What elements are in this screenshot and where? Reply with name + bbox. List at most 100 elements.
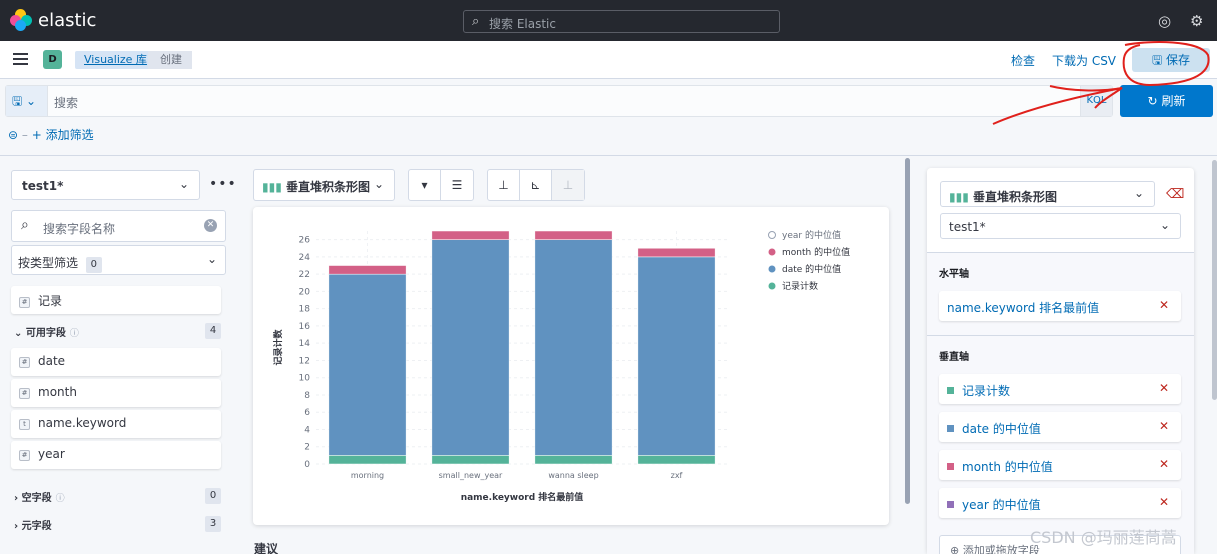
add-filter-link[interactable]: + 添加筛选 [32, 128, 94, 142]
logo-text: elastic [38, 9, 97, 31]
available-fields-count: 4 [205, 323, 221, 339]
x-tick-label: zxf [671, 471, 683, 480]
meta-fields-toggle[interactable]: › 元字段 [14, 517, 52, 532]
newsfeed-icon[interactable]: ⚙ [1190, 12, 1203, 30]
index-options-icon[interactable]: ••• [209, 176, 237, 192]
series-color-swatch [947, 387, 954, 394]
left-axis-icon[interactable]: ⊥ [488, 170, 520, 200]
index-pattern-select[interactable]: test1* ⌄ [11, 170, 200, 200]
download-csv-link[interactable]: 下载为 CSV [1052, 52, 1116, 69]
chart-container: 0 2 4 6 8 10 12 14 16 18 20 22 24 26 morning small_new_… [253, 207, 889, 525]
field-sidebar: test1* ⌄ ••• ⌕ 搜索字段名称 ✕ 按类型筛选 0 ⌄ # 记录 ⌄ … [0, 156, 238, 554]
save-button[interactable]: 🖫 保存 [1132, 48, 1210, 72]
remove-icon[interactable]: ✕ [1159, 495, 1169, 509]
legend-label: year 的中位值 [782, 229, 841, 241]
type-filter-label: 按类型筛选 [18, 256, 79, 270]
clear-icon[interactable]: ✕ [204, 219, 217, 232]
bar-segment [534, 455, 613, 465]
inspect-link[interactable]: 检查 [1011, 52, 1035, 69]
empty-fields-count: 0 [205, 488, 221, 504]
legend-label: date 的中位值 [782, 263, 841, 275]
y-tick-label: 2 [304, 443, 310, 453]
right-axis-icon: ⊥ [552, 170, 584, 200]
horizontal-axis-field-label: name.keyword 排名最前值 [947, 301, 1100, 315]
add-field-label: 添加或拖放字段 [962, 544, 1040, 554]
workspace-scrollbar[interactable] [905, 158, 910, 504]
save-button-label: 保存 [1166, 53, 1191, 67]
y-tick-label: 24 [299, 253, 311, 263]
remove-icon[interactable]: ✕ [1159, 298, 1169, 312]
visualization-type-label: 垂直堆积条形图 [286, 180, 371, 194]
legend-icon[interactable]: ☰ [441, 170, 473, 200]
plus-icon: ⊕ [950, 544, 960, 554]
menu-icon[interactable] [13, 53, 28, 65]
refresh-button[interactable]: ↻ 刷新 [1120, 85, 1213, 117]
vertical-axis-field[interactable]: 记录计数 ✕ [939, 374, 1181, 404]
display-options-group: ▾ ☰ [408, 169, 474, 201]
field-item-label: year [38, 447, 65, 461]
y-tick-label: 6 [304, 408, 310, 418]
breadcrumb-bar: D Visualize 库 创建 检查 下载为 CSV 🖫 保存 [0, 41, 1217, 79]
saved-query-menu-button[interactable]: 🖫 ⌄ [6, 86, 48, 116]
info-icon[interactable]: ⓘ [70, 329, 79, 339]
field-search-placeholder: 搜索字段名称 [43, 222, 116, 236]
meta-fields-title: 元字段 [21, 521, 52, 532]
global-search-input[interactable]: ⌕ 搜索 Elastic [463, 10, 780, 33]
global-search-placeholder: 搜索 Elastic [489, 17, 556, 31]
field-search-input[interactable]: ⌕ 搜索字段名称 ✕ [11, 210, 226, 242]
help-icon[interactable]: ◎ [1158, 12, 1171, 30]
bar-chart: 02468101214161820222426morning small_new_… [272, 229, 850, 503]
field-item[interactable]: # month [11, 379, 221, 407]
field-type-icon: t [19, 419, 30, 430]
vertical-axis-field[interactable]: month 的中位值 ✕ [939, 450, 1181, 480]
query-language-toggle[interactable]: KQL [1080, 86, 1112, 116]
config-vis-type-select[interactable]: ▮▮▮ 垂直堆积条形图 ⌄ [940, 181, 1155, 207]
space-avatar[interactable]: D [43, 50, 62, 69]
y-tick-label: 18 [299, 305, 311, 315]
brush-icon[interactable]: ▾ [409, 170, 441, 200]
bar-segment [328, 273, 407, 456]
vertical-axis-field-label: year 的中位值 [962, 498, 1041, 512]
vertical-axis-field-label: month 的中位值 [962, 460, 1053, 474]
top-header: elastic ⌕ 搜索 Elastic ◎ ⚙ [0, 0, 1217, 41]
bar-chart-icon: ▮▮▮ [262, 180, 282, 194]
available-fields-toggle[interactable]: ⌄ 可用字段 ⓘ [14, 324, 79, 339]
bar-segment [431, 230, 510, 240]
breadcrumb-visualize-library[interactable]: Visualize 库 [75, 51, 155, 69]
empty-fields-toggle[interactable]: › 空字段 ⓘ [14, 489, 65, 504]
bottom-axis-icon[interactable]: ⊾ [520, 170, 552, 200]
type-filter-select[interactable]: 按类型筛选 0 ⌄ [11, 245, 226, 275]
remove-icon[interactable]: ✕ [1159, 419, 1169, 433]
remove-icon[interactable]: ✕ [1159, 457, 1169, 471]
empty-fields-title: 空字段 [21, 493, 52, 504]
series-color-swatch [947, 425, 954, 432]
vertical-axis-field[interactable]: year 的中位值 ✕ [939, 488, 1181, 518]
y-tick-label: 4 [304, 425, 310, 435]
horizontal-axis-field[interactable]: name.keyword 排名最前值 ✕ [939, 291, 1181, 321]
bar-segment [637, 248, 716, 258]
layer-index-select[interactable]: test1* ⌄ [940, 213, 1181, 239]
visualization-type-select[interactable]: ▮▮▮ 垂直堆积条形图 ⌄ [253, 169, 395, 201]
axis-options-group: ⊥ ⊾ ⊥ [487, 169, 585, 201]
field-item[interactable]: # year [11, 441, 221, 469]
legend-hidden-icon [768, 231, 776, 239]
chevron-down-icon: ⌄ [1133, 186, 1144, 200]
elastic-logo[interactable]: elastic [10, 9, 96, 31]
remove-icon[interactable]: ✕ [1159, 381, 1169, 395]
legend-label: month 的中位值 [782, 246, 850, 258]
vertical-axis-field[interactable]: date 的中位值 ✕ [939, 412, 1181, 442]
series-color-swatch [947, 501, 954, 508]
panel-scrollbar[interactable] [1212, 160, 1217, 400]
field-item[interactable]: t name.keyword [11, 410, 221, 438]
x-tick-label: wanna sleep [548, 471, 598, 480]
query-input[interactable]: 搜索 [54, 94, 78, 111]
info-icon[interactable]: ⓘ [56, 494, 65, 504]
chevron-down-icon: ⌄ [206, 252, 217, 266]
records-field[interactable]: # 记录 [11, 286, 221, 314]
remove-layer-icon[interactable]: ⌫ [1166, 187, 1184, 202]
filter-options-icon[interactable]: ⊜ [8, 128, 18, 142]
y-tick-label: 0 [304, 460, 310, 470]
vertical-axis-field-label: date 的中位值 [962, 422, 1041, 436]
field-item[interactable]: # date [11, 348, 221, 376]
y-tick-label: 20 [299, 287, 311, 297]
